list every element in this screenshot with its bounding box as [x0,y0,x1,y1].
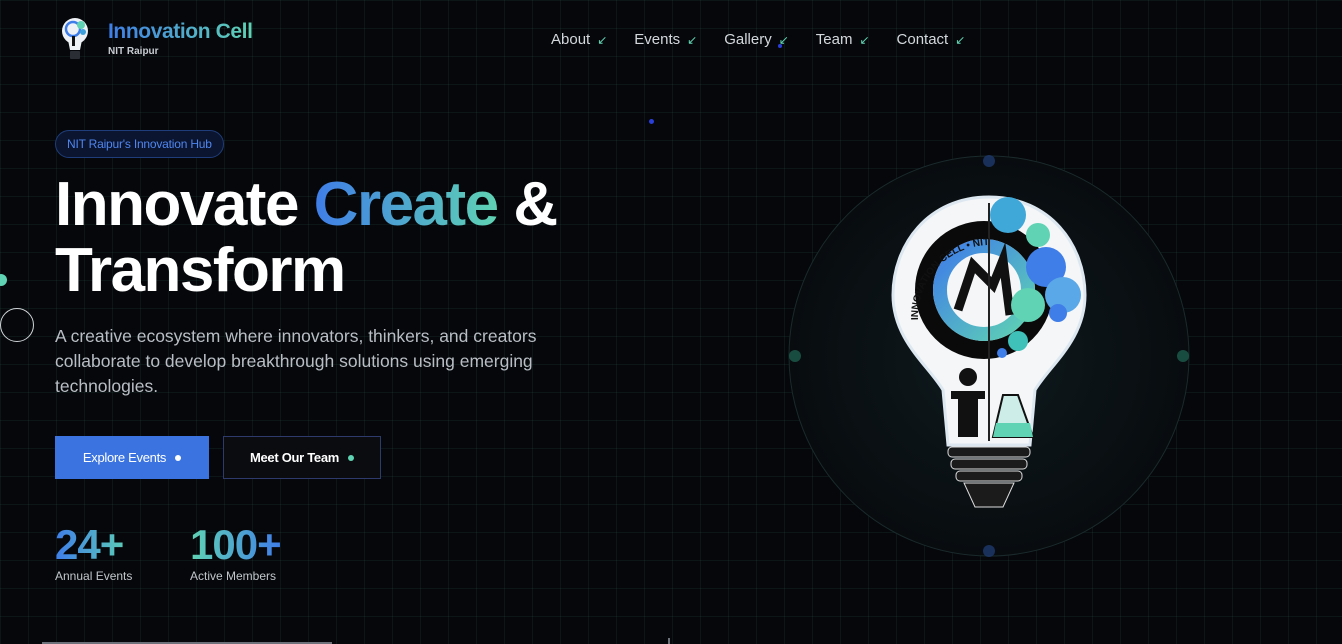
button-label: Explore Events [82,450,167,465]
decor-ring [0,308,34,342]
innovation-cell-logo: INNOVATION CELL • NIT RAIPUR [788,155,1190,557]
bulb-logo-icon [62,18,88,59]
stat-label: Annual Events [55,569,133,583]
arrow-down-left-icon: ↙ [597,32,608,47]
headline-word: Innovate [55,170,299,239]
nav-item-label: Events [634,31,681,48]
headline-word: Transform [55,236,346,305]
stat-value: 24+ [55,522,132,568]
hero-description: A creative ecosystem where innovators, t… [55,326,537,396]
stat-active-members: 100+ Active Members [190,521,282,584]
nav-item-about[interactable]: About ↙ [551,31,607,48]
headline-highlight: Create [313,170,500,239]
nav-item-label: Team [815,31,853,48]
explore-events-button[interactable]: Explore Events [55,436,209,479]
nav-item-label: About [551,31,591,48]
brand-title: Innovation Cell [108,20,253,43]
nav-item-label: Gallery [724,31,772,48]
button-label: Meet Our Team [249,450,340,465]
nav-item-team[interactable]: Team ↙ [816,31,870,48]
stat-annual-events: 24+ Annual Events [55,522,133,584]
brand-subtitle: NIT Raipur [108,46,159,57]
decor-dot-blue [649,119,654,124]
meet-our-team-button[interactable]: Meet Our Team [223,436,381,479]
nav-item-events[interactable]: Events ↙ [634,31,697,48]
arrow-down-left-icon: ↙ [859,32,870,47]
stat-label: Active Members [190,569,277,583]
main-nav: About ↙ Events ↙ Gallery ↙ Team ↙ Contact ↙ [551,31,992,48]
stat-value: 100+ [190,521,282,568]
brand[interactable]: Innovation Cell NIT Raipur [58,16,253,62]
arrow-down-left-icon: ↙ [687,32,698,47]
decor-dot-teal [0,274,7,286]
nav-item-label: Contact [896,31,949,48]
dot-icon [348,454,355,461]
divider [668,638,670,644]
dot-icon [175,454,182,461]
headline-word: & [513,170,558,239]
nav-item-gallery[interactable]: Gallery ↙ [724,31,789,48]
nav-item-contact[interactable]: Contact ↙ [897,31,966,48]
hero-badge: NIT Raipur's Innovation Hub [55,130,224,158]
hero-headline: Innovate Create & Transform [55,170,558,305]
arrow-down-left-icon: ↙ [778,32,789,47]
arrow-down-left-icon: ↙ [955,32,966,47]
